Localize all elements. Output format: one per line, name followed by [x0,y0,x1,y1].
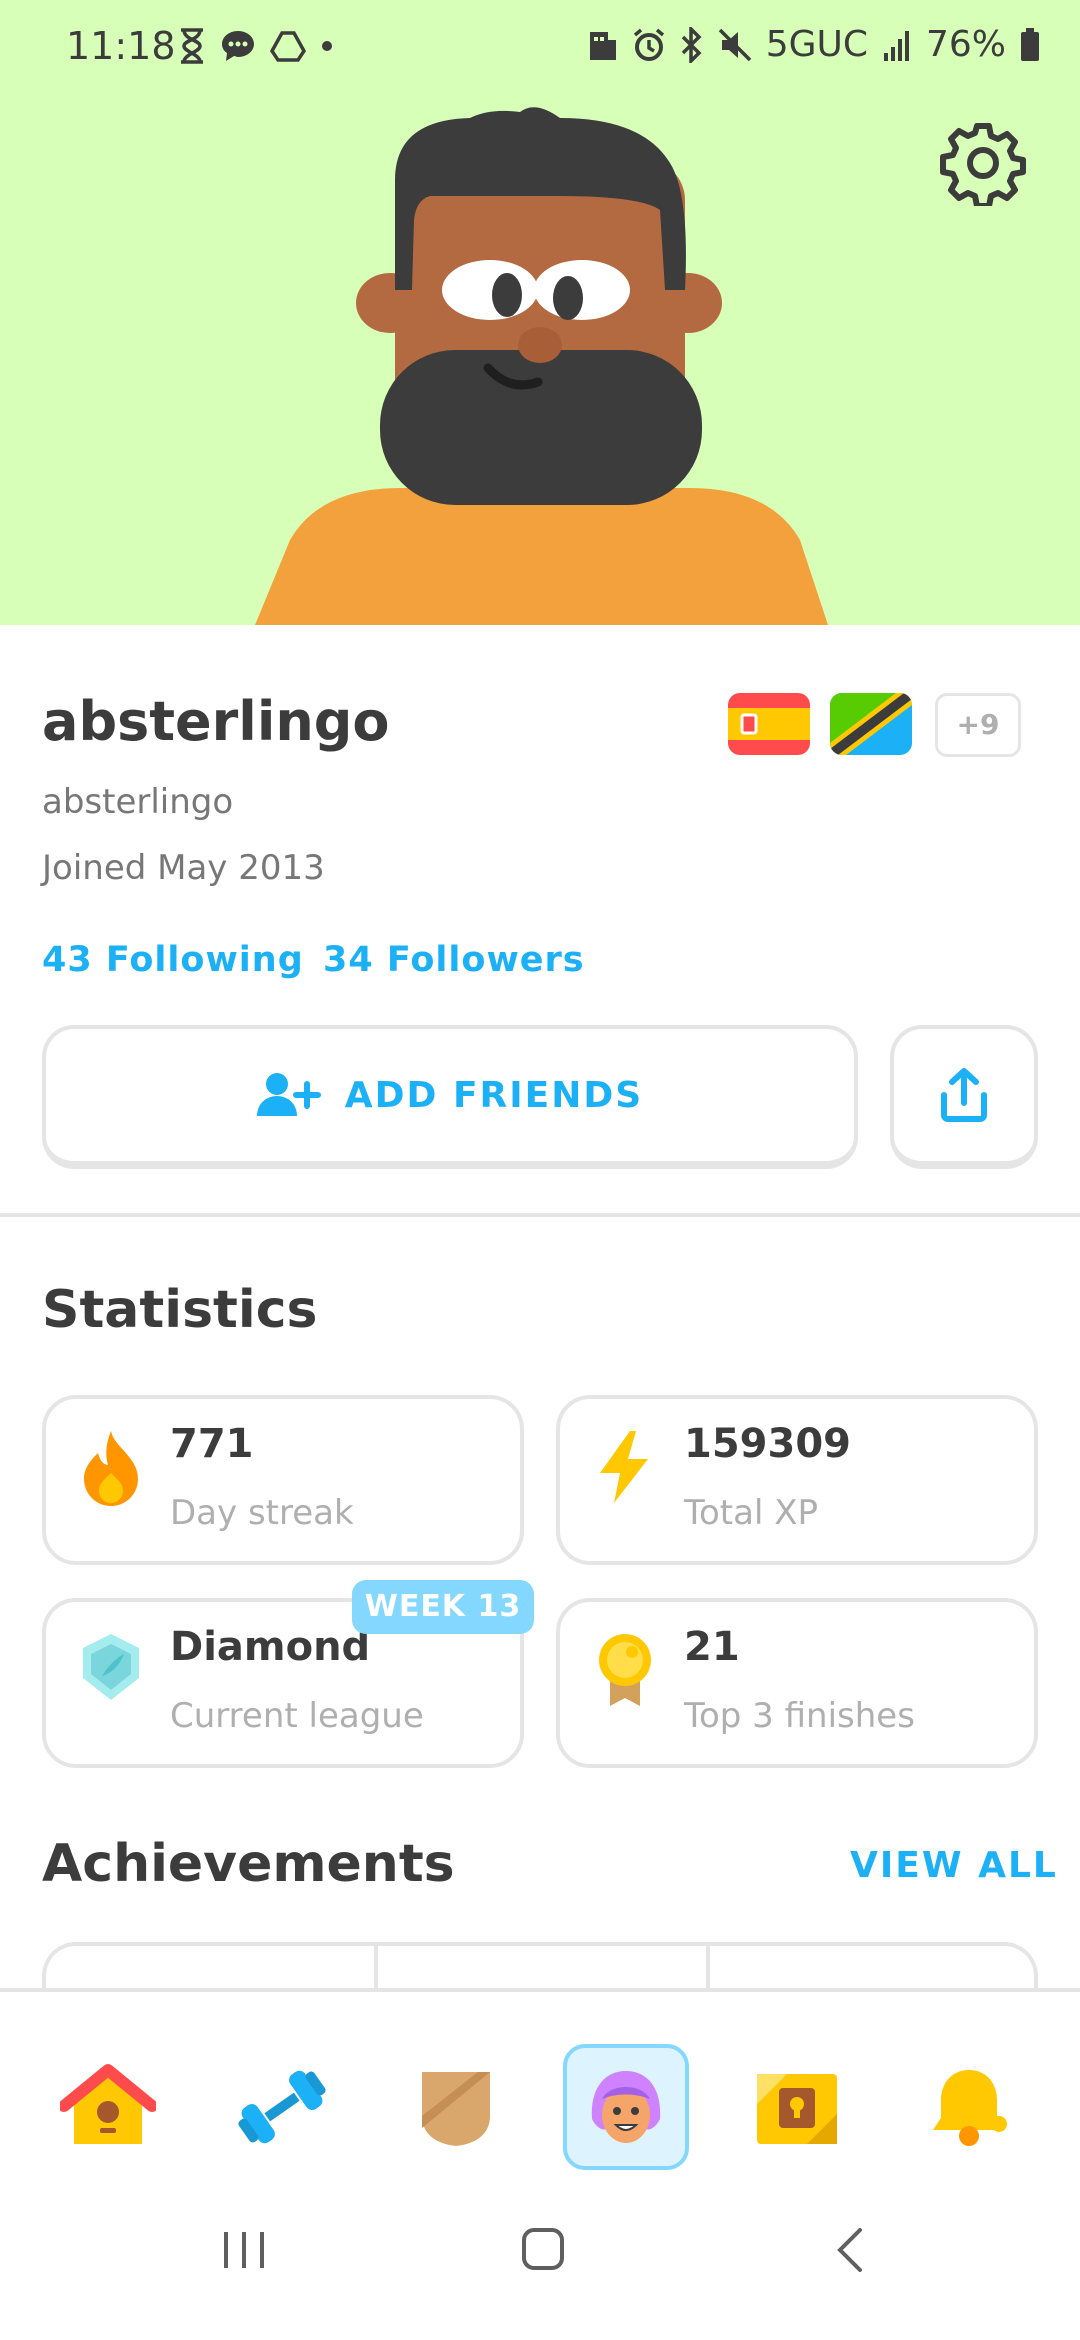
home-icon [60,2064,156,2144]
statistics-title: Statistics [42,1280,318,1340]
share-icon [941,1068,987,1122]
mute-icon [718,28,751,61]
nav-home[interactable] [45,2044,171,2170]
bottom-nav [0,1988,1080,2182]
battery-icon [1021,27,1039,61]
nav-practice[interactable] [219,2044,345,2170]
display-name: absterlingo [42,690,390,753]
tanzania-flag[interactable] [830,693,912,755]
avatar [255,107,828,625]
stat-value: Diamond [170,1624,371,1670]
following-link[interactable]: 43 Following [42,940,304,980]
bluetooth-icon [681,26,702,63]
battery-percent: 76% [925,24,1006,65]
add-user-icon [256,1073,321,1116]
nav-profile[interactable] [563,2044,689,2170]
stat-label: Day streak [170,1493,354,1533]
back-icon[interactable] [830,2226,870,2274]
hourglass-icon [181,28,203,64]
stat-card-top3[interactable]: 21 Top 3 finishes [556,1598,1038,1768]
status-right: 5GUC 76% [588,24,1040,65]
notifications-icon [933,2070,1007,2146]
drive-icon [270,31,306,62]
stat-card-xp[interactable]: 159309 Total XP [556,1395,1038,1565]
username: absterlingo [42,782,234,822]
chat-icon [222,31,254,61]
achievements-title: Achievements [42,1834,455,1894]
section-divider [0,1213,1080,1217]
recent-apps-icon[interactable] [220,2228,268,2272]
stat-label: Top 3 finishes [684,1696,915,1736]
profile-hero: 11:18 5GUC 76% [0,0,1080,625]
leagues-icon [422,2072,490,2146]
stat-label: Total XP [684,1493,819,1533]
nav-leagues[interactable] [393,2044,519,2170]
status-time: 11:18 [66,24,176,68]
medal-icon [599,1634,651,1706]
system-nav-bar [0,2178,1080,2340]
network-label: 5GUC [765,24,868,65]
spain-flag[interactable] [728,693,810,755]
followers-link[interactable]: 34 Followers [323,940,585,980]
profile-icon [591,2071,661,2143]
nav-shop[interactable] [734,2044,860,2170]
diamond-league-icon [83,1634,139,1700]
signal-icon [883,30,909,61]
flame-icon [84,1431,138,1506]
building-icon [589,31,616,60]
alarm-icon [633,28,664,61]
view-all-link[interactable]: VIEW ALL [850,1845,1058,1886]
stat-value: 159309 [684,1421,851,1467]
gear-icon [940,123,1026,209]
week-badge: WEEK 13 [352,1580,534,1634]
practice-icon [238,2070,326,2144]
stat-value: 771 [170,1421,254,1467]
share-button[interactable] [890,1025,1038,1169]
shop-icon [757,2074,837,2144]
settings-button[interactable] [940,120,1026,209]
add-friends-button[interactable]: ADD FRIENDS [42,1025,858,1169]
joined-date: Joined May 2013 [42,848,325,888]
home-button-icon[interactable] [520,2226,566,2272]
stat-label: Current league [170,1696,424,1736]
stat-value: 21 [684,1624,740,1670]
nav-notifications[interactable] [906,2044,1032,2170]
add-friends-label: ADD FRIENDS [344,1074,644,1116]
more-courses-badge[interactable]: +9 [935,693,1021,757]
lightning-icon [600,1431,648,1503]
stat-card-streak[interactable]: 771 Day streak [42,1395,524,1565]
dot-icon [322,41,332,51]
status-left-icons [178,28,334,64]
